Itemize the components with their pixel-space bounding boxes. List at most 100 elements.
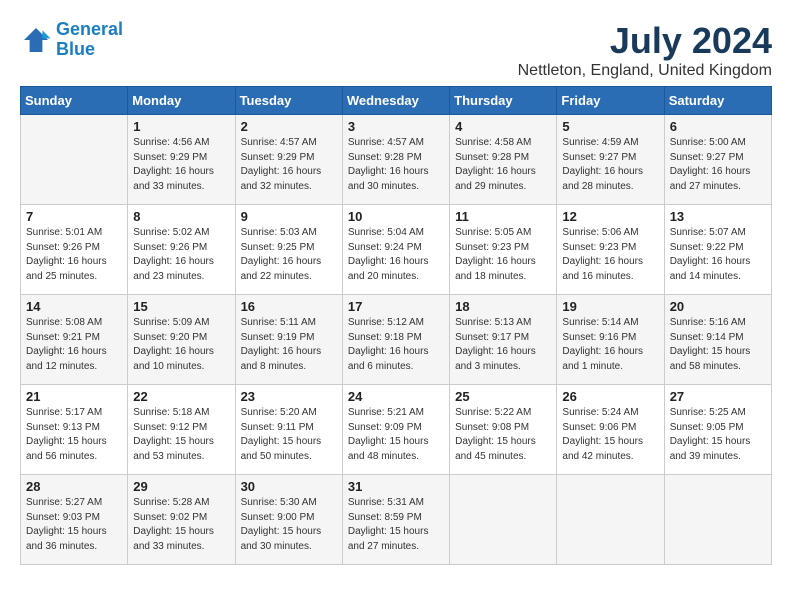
day-info: Sunrise: 4:56 AMSunset: 9:29 PMDaylight:… [133, 136, 229, 194]
day-number: 12 [562, 209, 658, 224]
day-info: Sunrise: 5:16 AMSunset: 9:14 PMDaylight:… [670, 316, 766, 374]
calendar-cell: 28 Sunrise: 5:27 AMSunset: 9:03 PMDayligh… [21, 475, 128, 565]
calendar-cell: 10 Sunrise: 5:04 AMSunset: 9:24 PMDayligh… [342, 205, 449, 295]
day-info: Sunrise: 5:28 AMSunset: 9:02 PMDaylight:… [133, 496, 229, 554]
day-info: Sunrise: 5:02 AMSunset: 9:26 PMDaylight:… [133, 226, 229, 284]
weekday-header-saturday: Saturday [664, 87, 771, 115]
calendar-cell: 29 Sunrise: 5:28 AMSunset: 9:02 PMDayligh… [128, 475, 235, 565]
day-number: 19 [562, 299, 658, 314]
logo: General Blue [20, 20, 123, 60]
day-number: 10 [348, 209, 444, 224]
weekday-header-friday: Friday [557, 87, 664, 115]
title-block: July 2024 Nettleton, England, United Kin… [518, 20, 772, 80]
day-info: Sunrise: 5:12 AMSunset: 9:18 PMDaylight:… [348, 316, 444, 374]
calendar-cell: 21Sunrise: 5:17 AMSunset: 9:13 PMDayligh… [21, 385, 128, 475]
day-number: 5 [562, 119, 658, 134]
calendar-cell: 18Sunrise: 5:13 AMSunset: 9:17 PMDayligh… [450, 295, 557, 385]
weekday-header-tuesday: Tuesday [235, 87, 342, 115]
day-number: 4 [455, 119, 551, 134]
day-info: Sunrise: 5:31 AMSunset: 8:59 PMDaylight:… [348, 496, 444, 554]
day-info: Sunrise: 5:08 AMSunset: 9:21 PMDaylight:… [26, 316, 122, 374]
day-info: Sunrise: 5:18 AMSunset: 9:12 PMDaylight:… [133, 406, 229, 464]
calendar-cell: 14 Sunrise: 5:08 AMSunset: 9:21 PMDayligh… [21, 295, 128, 385]
day-number: 17 [348, 299, 444, 314]
week-row-2: 14 Sunrise: 5:08 AMSunset: 9:21 PMDayligh… [21, 295, 772, 385]
day-number: 16 [241, 299, 337, 314]
day-number: 11 [455, 209, 551, 224]
logo-icon [20, 24, 52, 56]
calendar-cell: 30 Sunrise: 5:30 AMSunset: 9:00 PMDayligh… [235, 475, 342, 565]
day-number: 15 [133, 299, 229, 314]
calendar-cell: 9 Sunrise: 5:03 AMSunset: 9:25 PMDaylight… [235, 205, 342, 295]
calendar-cell: 26 Sunrise: 5:24 AMSunset: 9:06 PMDayligh… [557, 385, 664, 475]
day-number: 18 [455, 299, 551, 314]
day-number: 30 [241, 479, 337, 494]
calendar-table: SundayMondayTuesdayWednesdayThursdayFrid… [20, 86, 772, 565]
calendar-cell: 4 Sunrise: 4:58 AMSunset: 9:28 PMDaylight… [450, 115, 557, 205]
day-number: 6 [670, 119, 766, 134]
day-info: Sunrise: 5:00 AMSunset: 9:27 PMDaylight:… [670, 136, 766, 194]
weekday-header-row: SundayMondayTuesdayWednesdayThursdayFrid… [21, 87, 772, 115]
calendar-cell: 31 Sunrise: 5:31 AMSunset: 8:59 PMDayligh… [342, 475, 449, 565]
day-number: 7 [26, 209, 122, 224]
calendar-cell: 15 Sunrise: 5:09 AMSunset: 9:20 PMDayligh… [128, 295, 235, 385]
day-info: Sunrise: 5:01 AMSunset: 9:26 PMDaylight:… [26, 226, 122, 284]
day-number: 25 [455, 389, 551, 404]
day-number: 31 [348, 479, 444, 494]
calendar-cell: 1 Sunrise: 4:56 AMSunset: 9:29 PMDaylight… [128, 115, 235, 205]
day-info: Sunrise: 5:14 AMSunset: 9:16 PMDaylight:… [562, 316, 658, 374]
day-info: Sunrise: 5:06 AMSunset: 9:23 PMDaylight:… [562, 226, 658, 284]
day-info: Sunrise: 5:20 AMSunset: 9:11 PMDaylight:… [241, 406, 337, 464]
day-info: Sunrise: 5:22 AMSunset: 9:08 PMDaylight:… [455, 406, 551, 464]
week-row-0: 1 Sunrise: 4:56 AMSunset: 9:29 PMDaylight… [21, 115, 772, 205]
month-year: July 2024 [518, 20, 772, 62]
weekday-header-monday: Monday [128, 87, 235, 115]
calendar-cell [21, 115, 128, 205]
day-info: Sunrise: 5:30 AMSunset: 9:00 PMDaylight:… [241, 496, 337, 554]
day-number: 21 [26, 389, 122, 404]
day-info: Sunrise: 4:58 AMSunset: 9:28 PMDaylight:… [455, 136, 551, 194]
day-number: 23 [241, 389, 337, 404]
day-number: 29 [133, 479, 229, 494]
week-row-4: 28 Sunrise: 5:27 AMSunset: 9:03 PMDayligh… [21, 475, 772, 565]
week-row-3: 21Sunrise: 5:17 AMSunset: 9:13 PMDayligh… [21, 385, 772, 475]
day-info: Sunrise: 5:09 AMSunset: 9:20 PMDaylight:… [133, 316, 229, 374]
day-number: 8 [133, 209, 229, 224]
calendar-cell: 17 Sunrise: 5:12 AMSunset: 9:18 PMDayligh… [342, 295, 449, 385]
calendar-cell: 19 Sunrise: 5:14 AMSunset: 9:16 PMDayligh… [557, 295, 664, 385]
calendar-cell: 20 Sunrise: 5:16 AMSunset: 9:14 PMDayligh… [664, 295, 771, 385]
day-number: 1 [133, 119, 229, 134]
weekday-header-sunday: Sunday [21, 87, 128, 115]
calendar-cell: 11Sunrise: 5:05 AMSunset: 9:23 PMDayligh… [450, 205, 557, 295]
day-info: Sunrise: 5:27 AMSunset: 9:03 PMDaylight:… [26, 496, 122, 554]
day-number: 22 [133, 389, 229, 404]
calendar-cell: 2 Sunrise: 4:57 AMSunset: 9:29 PMDaylight… [235, 115, 342, 205]
calendar-cell: 27 Sunrise: 5:25 AMSunset: 9:05 PMDayligh… [664, 385, 771, 475]
day-number: 14 [26, 299, 122, 314]
calendar-cell [664, 475, 771, 565]
day-number: 28 [26, 479, 122, 494]
day-info: Sunrise: 5:24 AMSunset: 9:06 PMDaylight:… [562, 406, 658, 464]
logo-general: General [56, 19, 123, 39]
day-number: 20 [670, 299, 766, 314]
calendar-cell: 3Sunrise: 4:57 AMSunset: 9:28 PMDaylight… [342, 115, 449, 205]
day-number: 27 [670, 389, 766, 404]
day-info: Sunrise: 5:03 AMSunset: 9:25 PMDaylight:… [241, 226, 337, 284]
day-number: 2 [241, 119, 337, 134]
calendar-cell: 8 Sunrise: 5:02 AMSunset: 9:26 PMDaylight… [128, 205, 235, 295]
day-info: Sunrise: 5:21 AMSunset: 9:09 PMDaylight:… [348, 406, 444, 464]
calendar-cell: 12 Sunrise: 5:06 AMSunset: 9:23 PMDayligh… [557, 205, 664, 295]
day-info: Sunrise: 4:57 AMSunset: 9:29 PMDaylight:… [241, 136, 337, 194]
day-info: Sunrise: 5:07 AMSunset: 9:22 PMDaylight:… [670, 226, 766, 284]
logo-text: General Blue [56, 20, 123, 60]
day-number: 13 [670, 209, 766, 224]
day-info: Sunrise: 4:59 AMSunset: 9:27 PMDaylight:… [562, 136, 658, 194]
day-number: 24 [348, 389, 444, 404]
day-info: Sunrise: 5:04 AMSunset: 9:24 PMDaylight:… [348, 226, 444, 284]
day-number: 9 [241, 209, 337, 224]
calendar-cell: 25 Sunrise: 5:22 AMSunset: 9:08 PMDayligh… [450, 385, 557, 475]
day-info: Sunrise: 5:25 AMSunset: 9:05 PMDaylight:… [670, 406, 766, 464]
calendar-cell: 16Sunrise: 5:11 AMSunset: 9:19 PMDayligh… [235, 295, 342, 385]
day-number: 26 [562, 389, 658, 404]
calendar-cell: 23 Sunrise: 5:20 AMSunset: 9:11 PMDayligh… [235, 385, 342, 475]
